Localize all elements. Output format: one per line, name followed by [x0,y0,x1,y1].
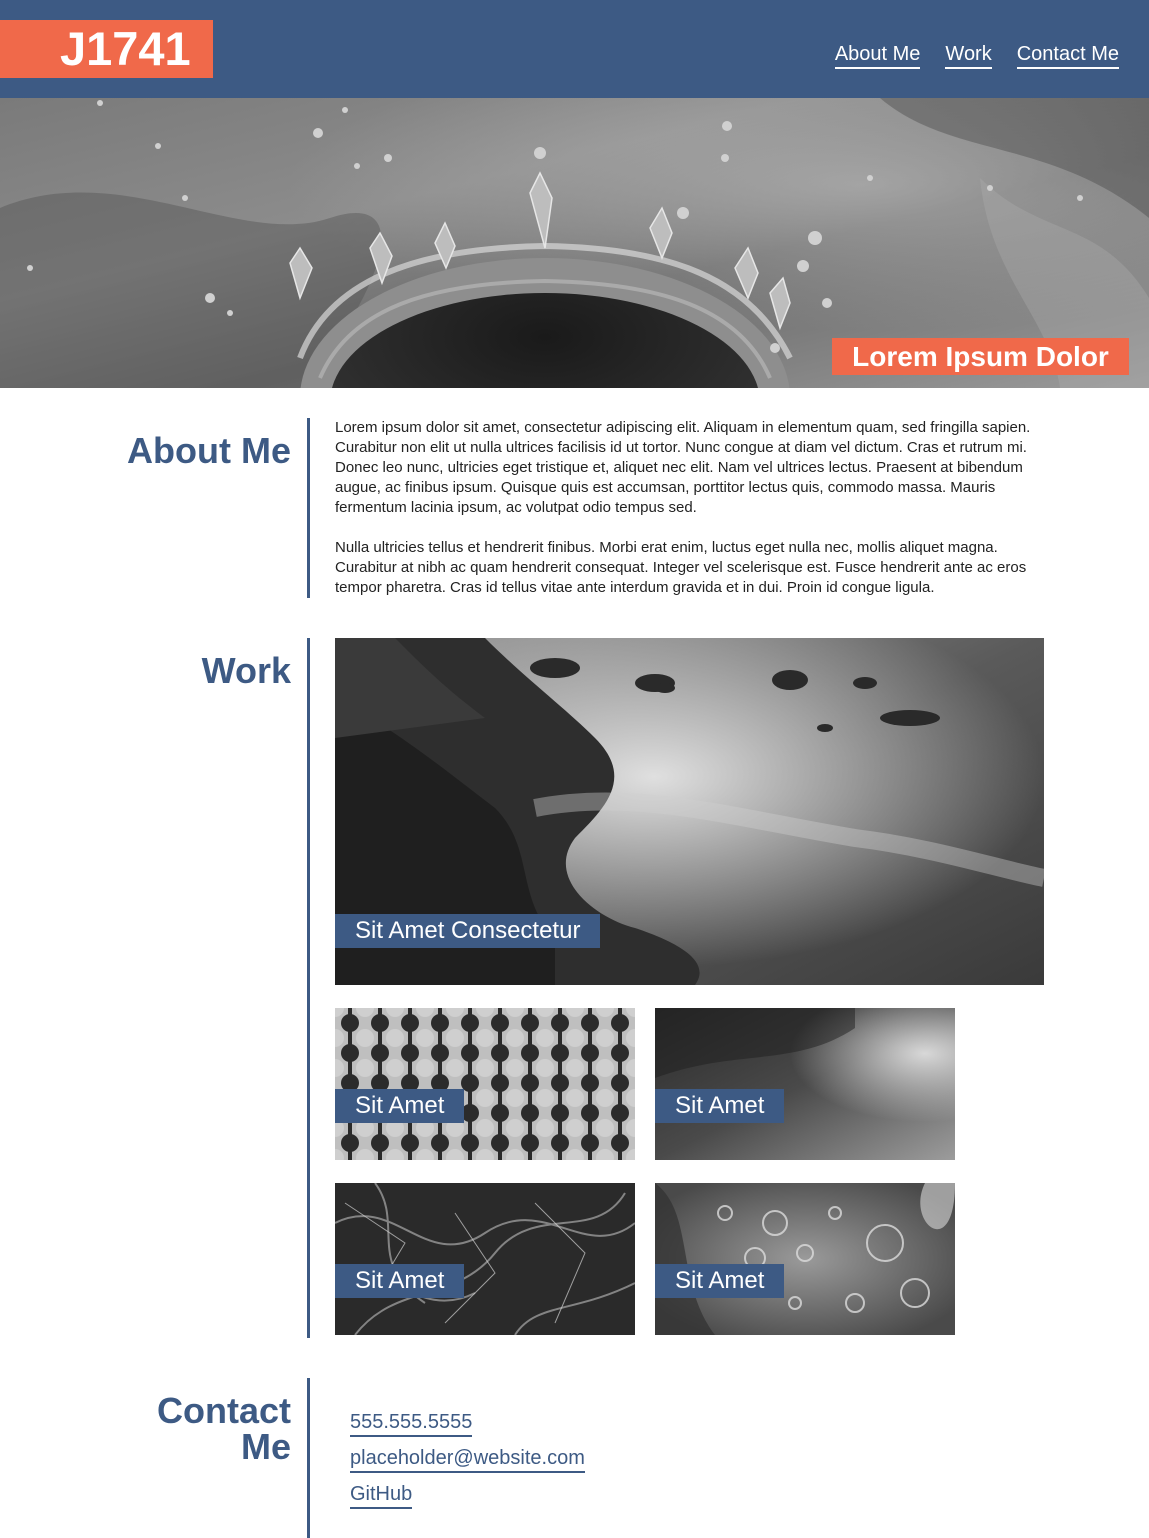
contact-links: 555.555.5555 placeholder@website.com Git… [350,1410,585,1518]
work-title: Work [201,650,291,691]
contact-title-line: Contact [157,1390,291,1431]
contact-github-link[interactable]: GitHub [350,1482,413,1509]
pattern-image [335,1008,635,1160]
work-tile-label: Sit Amet [655,1089,784,1123]
contact-divider [307,1378,310,1538]
work-tile-label: Sit Amet [655,1264,784,1298]
abstract-image [335,1183,635,1335]
work-tile-1[interactable]: Sit Amet [335,1008,635,1160]
about-divider [307,418,310,598]
hero-badge: Lorem Ipsum Dolor [832,338,1129,375]
contact-title-line: Me [240,1426,291,1467]
work-featured-label: Sit Amet Consectetur [335,914,600,948]
work-tile-2[interactable]: Sit Amet [655,1008,955,1160]
work-divider [307,638,310,1338]
site-logo[interactable]: J1741 [0,20,213,78]
about-title: About Me [127,430,291,471]
work-tile-4[interactable]: Sit Amet [655,1183,955,1335]
contact-title: Contact Me [0,1393,292,1465]
nav-link-work[interactable]: Work [945,42,992,69]
contact-email-link[interactable]: placeholder@website.com [350,1446,585,1473]
work-tile-label: Sit Amet [335,1264,464,1298]
about-text: Lorem ipsum dolor sit amet, consectetur … [335,418,1060,598]
work-tile-3[interactable]: Sit Amet [335,1183,635,1335]
bubbles-image [655,1183,955,1335]
contact-phone-link[interactable]: 555.555.5555 [350,1410,473,1437]
work-featured-tile[interactable]: Sit Amet Consectetur [335,638,1044,985]
about-paragraph: Lorem ipsum dolor sit amet, consectetur … [335,419,1031,516]
main-nav: About Me Work Contact Me [834,42,1119,69]
nav-link-contact[interactable]: Contact Me [1016,42,1119,69]
work-tile-label: Sit Amet [335,1089,464,1123]
blur-image [655,1008,955,1160]
site-header: J1741 About Me Work Contact Me [0,0,1149,98]
nav-link-about[interactable]: About Me [834,42,921,69]
about-paragraph: Nulla ultricies tellus et hendrerit fini… [335,539,1027,596]
